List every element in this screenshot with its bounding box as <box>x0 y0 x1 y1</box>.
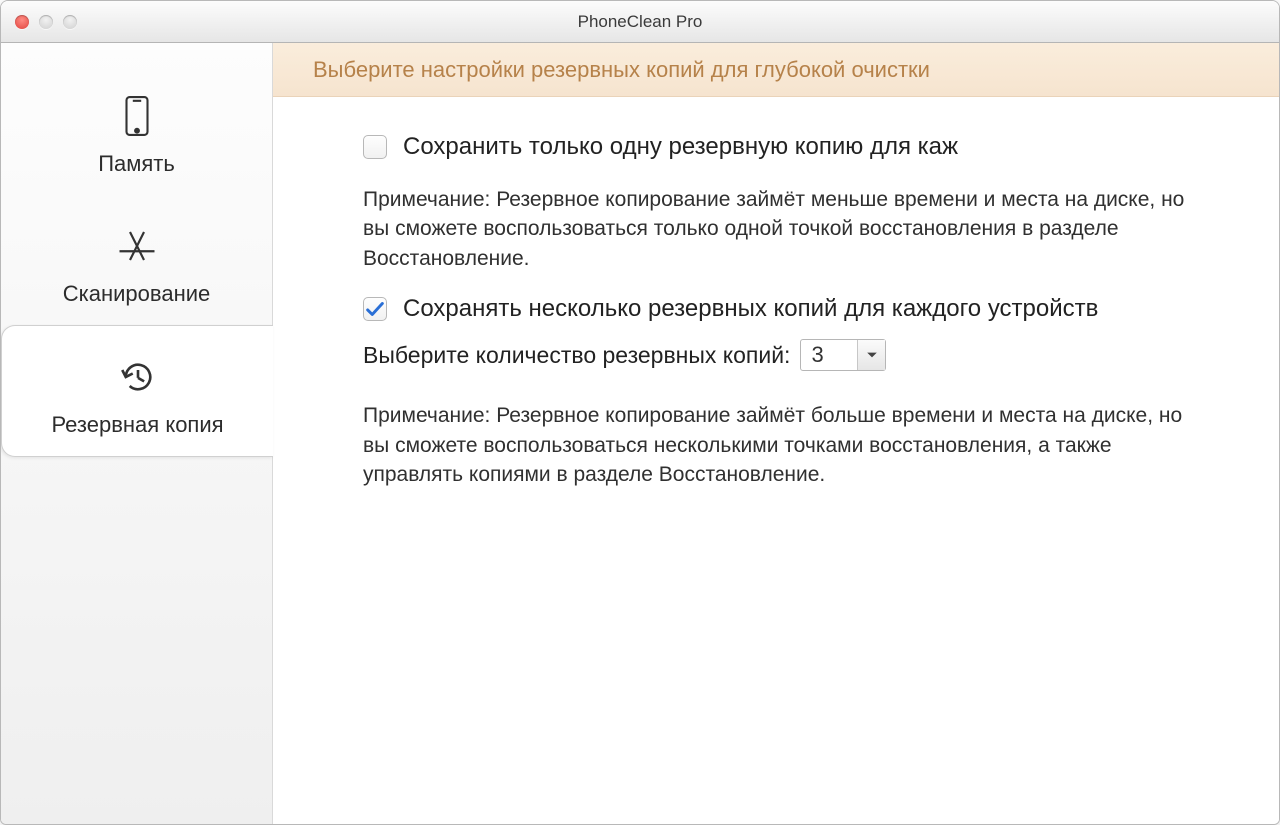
backup-count-select[interactable]: 3 <box>800 339 886 371</box>
sidebar-item-label: Резервная копия <box>51 412 223 438</box>
dropdown-button[interactable] <box>857 340 885 370</box>
sidebar-item-label: Сканирование <box>63 281 211 307</box>
sidebar-item-memory[interactable]: Память <box>1 65 272 195</box>
window-body: Память Сканирование <box>1 43 1279 824</box>
sidebar-item-scan[interactable]: Сканирование <box>1 195 272 325</box>
option-single-label: Сохранить только одну резервную копию дл… <box>403 133 958 161</box>
banner-text: Выберите настройки резервных копий для г… <box>313 57 930 83</box>
sidebar-item-label: Память <box>98 151 175 177</box>
phone-icon <box>116 95 158 143</box>
titlebar: PhoneClean Pro <box>1 1 1279 43</box>
settings-pane: Сохранить только одну резервную копию дл… <box>273 97 1279 824</box>
backup-count-label: Выберите количество резервных копий: <box>363 342 790 369</box>
window-title: PhoneClean Pro <box>1 12 1279 32</box>
app-window: PhoneClean Pro Память <box>0 0 1280 825</box>
option-multi-backup: Сохранять несколько резервных копий для … <box>363 295 1249 323</box>
content-area: Выберите настройки резервных копий для г… <box>273 43 1279 824</box>
option-multi-label: Сохранять несколько резервных копий для … <box>403 295 1098 323</box>
chevron-down-icon <box>866 349 878 361</box>
backup-count-value: 3 <box>801 340 857 370</box>
note-single-backup: Примечание: Резервное копирование займёт… <box>363 185 1193 273</box>
checkbox-single-backup[interactable] <box>363 135 387 159</box>
option-single-backup: Сохранить только одну резервную копию дл… <box>363 133 1249 161</box>
backup-count-row: Выберите количество резервных копий: 3 <box>363 339 1249 371</box>
note-multi-backup: Примечание: Резервное копирование займёт… <box>363 401 1193 489</box>
checkbox-multi-backup[interactable] <box>363 297 387 321</box>
sidebar: Память Сканирование <box>1 43 273 824</box>
appstore-icon <box>116 225 158 273</box>
sidebar-item-backup[interactable]: Резервная копия <box>1 325 273 457</box>
history-icon <box>117 356 159 404</box>
page-banner: Выберите настройки резервных копий для г… <box>273 43 1279 97</box>
